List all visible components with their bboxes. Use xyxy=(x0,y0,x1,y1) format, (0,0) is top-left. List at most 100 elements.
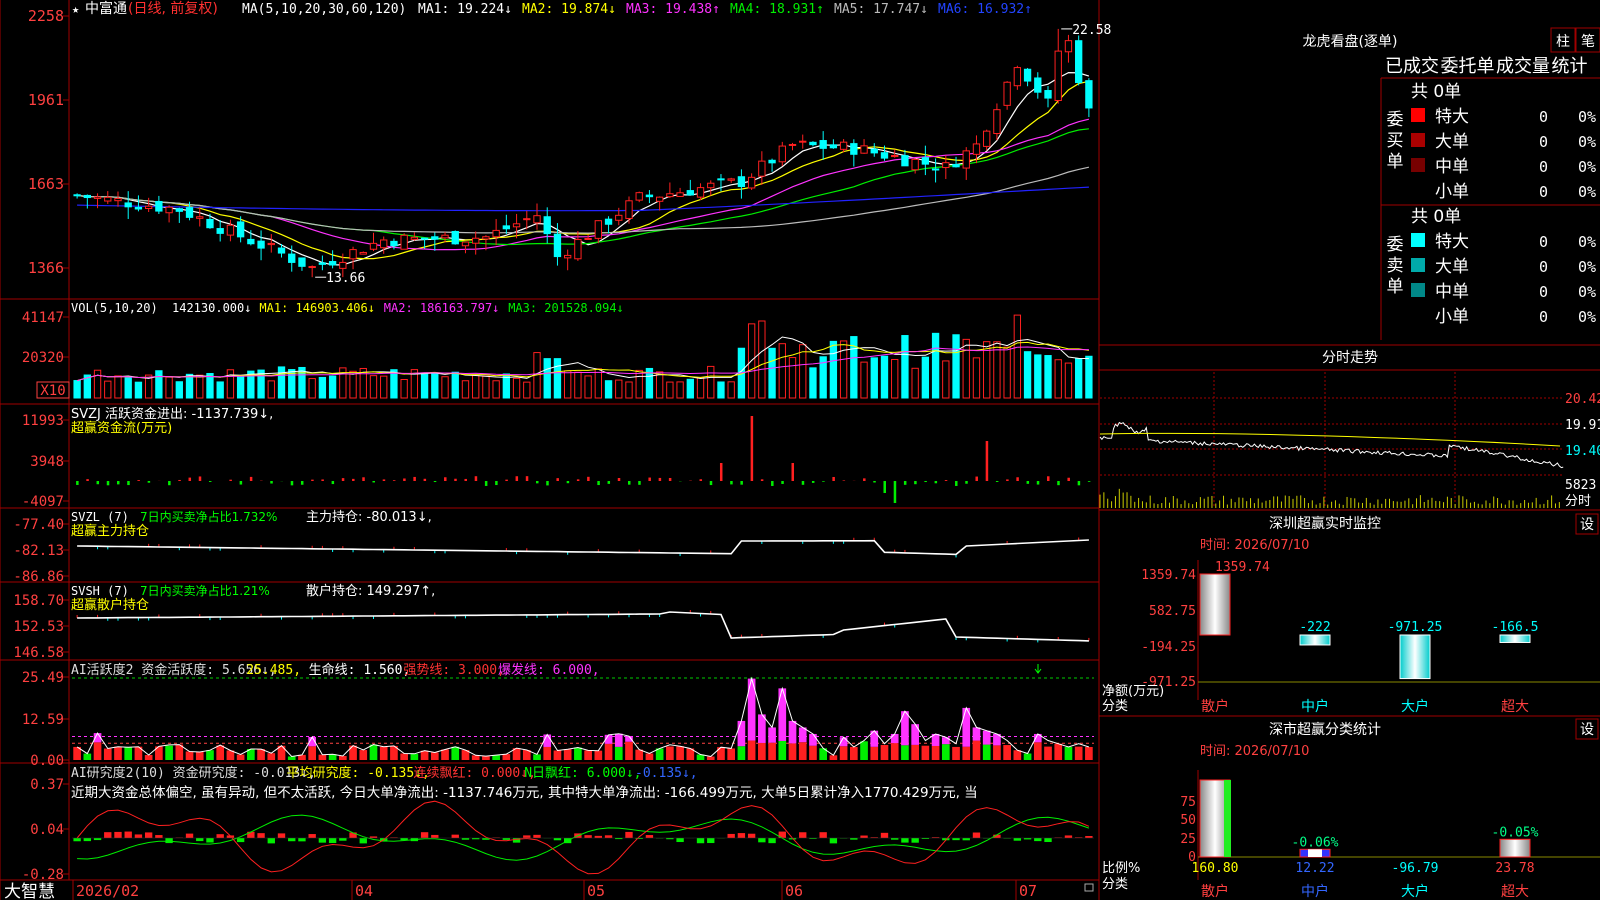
activity-bar xyxy=(533,754,541,760)
hold-ratio: 7日内买卖净占比1.21% xyxy=(140,583,270,598)
row-name: 特大 xyxy=(1435,232,1469,252)
candle-body xyxy=(993,109,1001,135)
candle-body xyxy=(257,240,265,249)
candle-body xyxy=(482,236,490,240)
flow-bar xyxy=(719,463,723,481)
candle-body xyxy=(1034,77,1042,93)
candle-body xyxy=(778,145,786,163)
stats-top-label: -0.05% xyxy=(1492,825,1539,840)
activity-bar xyxy=(216,745,225,760)
research-bar xyxy=(114,831,122,838)
activity-bar xyxy=(359,750,368,760)
hold-subtitle: 超赢主力持仓 xyxy=(71,523,149,539)
legend-swatch xyxy=(1411,258,1425,272)
activity-bar xyxy=(788,720,797,744)
volume-bar xyxy=(1075,358,1083,399)
flow-bar xyxy=(1057,481,1060,486)
research-bar xyxy=(880,832,889,838)
flow-bar xyxy=(638,481,641,485)
candle-body xyxy=(461,241,470,247)
row-percent: 0% xyxy=(1578,233,1596,251)
indicator-value: 连续飘红: 0.000↓, xyxy=(413,765,535,781)
candle-body xyxy=(1013,67,1022,87)
flow-bar xyxy=(903,481,907,485)
y-tick-label: 1663 xyxy=(28,175,64,193)
activity-bar xyxy=(758,742,766,760)
flow-bar xyxy=(147,481,151,483)
candle-body xyxy=(451,230,459,245)
activity-bar xyxy=(768,742,776,760)
volume-bar xyxy=(1064,362,1073,399)
volume-bar xyxy=(676,381,684,399)
research-bar xyxy=(155,835,163,838)
activity-bar xyxy=(543,746,552,760)
candle-body xyxy=(431,236,439,240)
research-bar xyxy=(891,838,899,840)
candle-body xyxy=(83,194,91,199)
flow-bar xyxy=(536,481,539,484)
research-bar xyxy=(236,838,245,843)
y-tick-label: 1366 xyxy=(28,259,64,277)
y-tick-label: -0.28 xyxy=(22,867,64,883)
activity-bar xyxy=(114,746,122,760)
activity-bar xyxy=(890,733,899,744)
activity-bar xyxy=(921,745,930,760)
ma-params: MA(5,10,20,30,60,120) xyxy=(242,2,406,17)
flow-bar xyxy=(403,478,406,481)
candle-body xyxy=(73,194,81,197)
settings-label: 设 xyxy=(1580,722,1594,738)
candle-body xyxy=(758,160,766,177)
research-bar xyxy=(696,838,705,844)
research-bar xyxy=(1013,838,1022,841)
flow-bar xyxy=(168,481,171,486)
row-name: 大单 xyxy=(1435,257,1469,277)
activity-bar xyxy=(420,750,429,760)
research-bar xyxy=(860,835,868,838)
candle-body xyxy=(696,187,705,198)
activity-bar xyxy=(195,751,204,760)
volume-bar xyxy=(492,380,500,399)
y-tick-label: 11993 xyxy=(22,413,64,429)
research-bar xyxy=(359,838,367,844)
candle-body xyxy=(328,261,337,266)
x-axis: 大智慧 2026/02 04 05 06 07 xyxy=(4,880,1094,900)
activity-bar xyxy=(614,746,623,760)
research-bar xyxy=(533,834,541,838)
hold-title: SVZL (7) xyxy=(71,510,129,524)
candle-body xyxy=(226,224,235,236)
research-bar xyxy=(584,835,592,838)
volume-bar xyxy=(369,375,378,399)
flow-bar xyxy=(934,481,938,484)
activity-bar xyxy=(880,744,889,760)
research-bar xyxy=(196,838,204,842)
activity-bar xyxy=(400,753,408,760)
activity-bar xyxy=(257,749,265,760)
flow-bar xyxy=(750,416,754,481)
volume-bar xyxy=(574,371,582,399)
activity-bar xyxy=(287,756,296,760)
research-bar xyxy=(850,838,858,840)
candle-body xyxy=(206,218,214,229)
candle-body xyxy=(1044,90,1052,99)
flow-bar xyxy=(362,477,365,481)
volume-bar xyxy=(584,375,592,399)
research-bar xyxy=(93,838,102,841)
candle-body xyxy=(247,238,255,245)
intraday-vol: 5823 xyxy=(1565,478,1596,493)
period-label: (日线, 前复权) xyxy=(128,0,218,17)
flow-bar xyxy=(965,481,968,484)
low-label: 13.66 xyxy=(326,271,365,286)
row-percent: 0% xyxy=(1578,108,1596,126)
flow-bar xyxy=(822,481,825,482)
research-bar xyxy=(645,835,654,838)
y-tick-label: 0.37 xyxy=(30,777,64,793)
research-bar xyxy=(277,833,286,838)
intraday-title: 分时走势 xyxy=(1322,350,1378,366)
arrow-down-icon xyxy=(1034,664,1042,674)
candle-body xyxy=(686,190,694,196)
flow-bar xyxy=(873,481,876,483)
candle-body xyxy=(727,178,735,181)
candle-body xyxy=(185,207,194,218)
flow-bar xyxy=(699,479,703,481)
activity-bar xyxy=(993,745,1001,760)
